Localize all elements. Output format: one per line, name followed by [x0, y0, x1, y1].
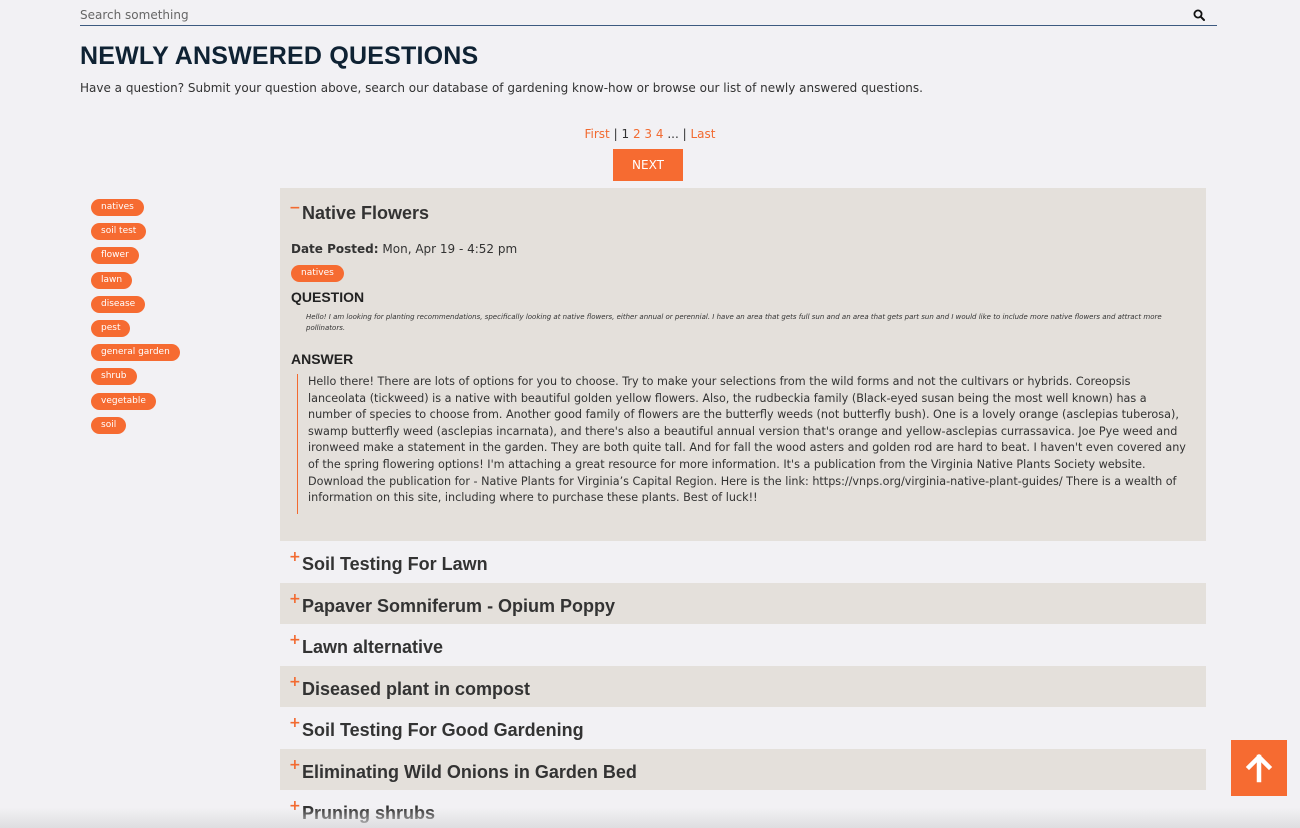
tag-natives[interactable]: natives: [91, 199, 144, 216]
tag-general-garden[interactable]: general garden: [91, 344, 180, 362]
question-title[interactable]: Eliminating Wild Onions in Garden Bed: [302, 762, 637, 783]
page-title: NEWLY ANSWERED QUESTIONS: [80, 42, 479, 70]
question-title[interactable]: Soil Testing For Lawn: [302, 554, 488, 575]
expand-toggle-icon[interactable]: +: [289, 632, 301, 648]
question-item[interactable]: + Diseased plant in compost: [280, 665, 1206, 707]
pagination-current-page: 1: [621, 127, 630, 141]
question-title[interactable]: Native Flowers: [302, 203, 429, 224]
tag-filter-list: natives soil test flower lawn disease pe…: [91, 194, 180, 436]
back-to-top-button[interactable]: [1231, 740, 1287, 796]
tag-lawn[interactable]: lawn: [91, 271, 133, 289]
question-title[interactable]: Soil Testing For Good Gardening: [302, 720, 584, 741]
tag-pest[interactable]: pest: [91, 319, 131, 337]
date-posted-label: Date Posted:: [291, 242, 379, 256]
question-item[interactable]: + Papaver Somniferum - Opium Poppy: [280, 582, 1206, 624]
pagination-last-link[interactable]: Last: [691, 127, 716, 141]
question-tag[interactable]: natives: [291, 265, 344, 282]
question-title[interactable]: Papaver Somniferum - Opium Poppy: [302, 596, 615, 617]
pagination: First | 1 2 3 4 ... | Last: [0, 127, 1300, 141]
expand-toggle-icon[interactable]: +: [289, 674, 301, 690]
pagination-page-link[interactable]: 3: [644, 127, 652, 141]
arrow-up-icon: [1245, 753, 1273, 783]
question-title[interactable]: Pruning shrubs: [302, 803, 435, 824]
expand-toggle-icon[interactable]: +: [289, 757, 301, 773]
question-item[interactable]: + Eliminating Wild Onions in Garden Bed: [280, 748, 1206, 790]
question-title[interactable]: Lawn alternative: [302, 637, 443, 658]
question-item[interactable]: + Soil Testing For Good Gardening: [280, 707, 1206, 749]
pagination-first-link[interactable]: First: [585, 127, 610, 141]
question-item[interactable]: + Lawn alternative: [280, 624, 1206, 666]
expand-toggle-icon[interactable]: +: [289, 591, 301, 607]
tag-vegetable[interactable]: vegetable: [91, 392, 156, 410]
question-text: Hello! I am looking for planting recomme…: [306, 313, 1162, 332]
question-item-expanded: − Native Flowers Date Posted: Mon, Apr 1…: [280, 188, 1206, 541]
pagination-separator: |: [682, 127, 687, 141]
search-input[interactable]: [80, 6, 1180, 24]
intro-text: Have a question? Submit your question ab…: [80, 81, 923, 95]
pagination-page-link[interactable]: 4: [656, 127, 664, 141]
question-item[interactable]: + Soil Testing For Lawn: [280, 541, 1206, 583]
answer-block: Hello there! There are lots of options f…: [297, 374, 1187, 514]
date-posted: Date Posted: Mon, Apr 19 - 4:52 pm: [291, 242, 517, 256]
search-bar: [80, 4, 1217, 26]
expand-toggle-icon[interactable]: +: [289, 798, 301, 814]
date-posted-value: Mon, Apr 19 - 4:52 pm: [382, 242, 518, 256]
pagination-page-link[interactable]: 2: [633, 127, 641, 141]
tag-flower[interactable]: flower: [91, 247, 139, 265]
next-button[interactable]: NEXT: [613, 149, 683, 181]
expand-toggle-icon[interactable]: +: [289, 715, 301, 731]
answer-text: Hello there! There are lots of options f…: [308, 375, 1186, 505]
question-item[interactable]: + Pruning shrubs: [280, 790, 1206, 828]
tag-soil-test[interactable]: soil test: [91, 223, 147, 241]
answer-heading: ANSWER: [291, 351, 354, 367]
question-heading: QUESTION: [291, 289, 365, 305]
search-icon[interactable]: [1193, 9, 1205, 21]
tag-disease[interactable]: disease: [91, 295, 146, 313]
question-title[interactable]: Diseased plant in compost: [302, 679, 530, 700]
pagination-separator: |: [613, 127, 618, 141]
tag-soil[interactable]: soil: [91, 416, 127, 434]
pagination-ellipsis: ...: [667, 127, 679, 141]
tag-shrub[interactable]: shrub: [91, 368, 137, 386]
expand-toggle-icon[interactable]: +: [289, 549, 301, 565]
collapse-toggle-icon[interactable]: −: [289, 200, 301, 216]
